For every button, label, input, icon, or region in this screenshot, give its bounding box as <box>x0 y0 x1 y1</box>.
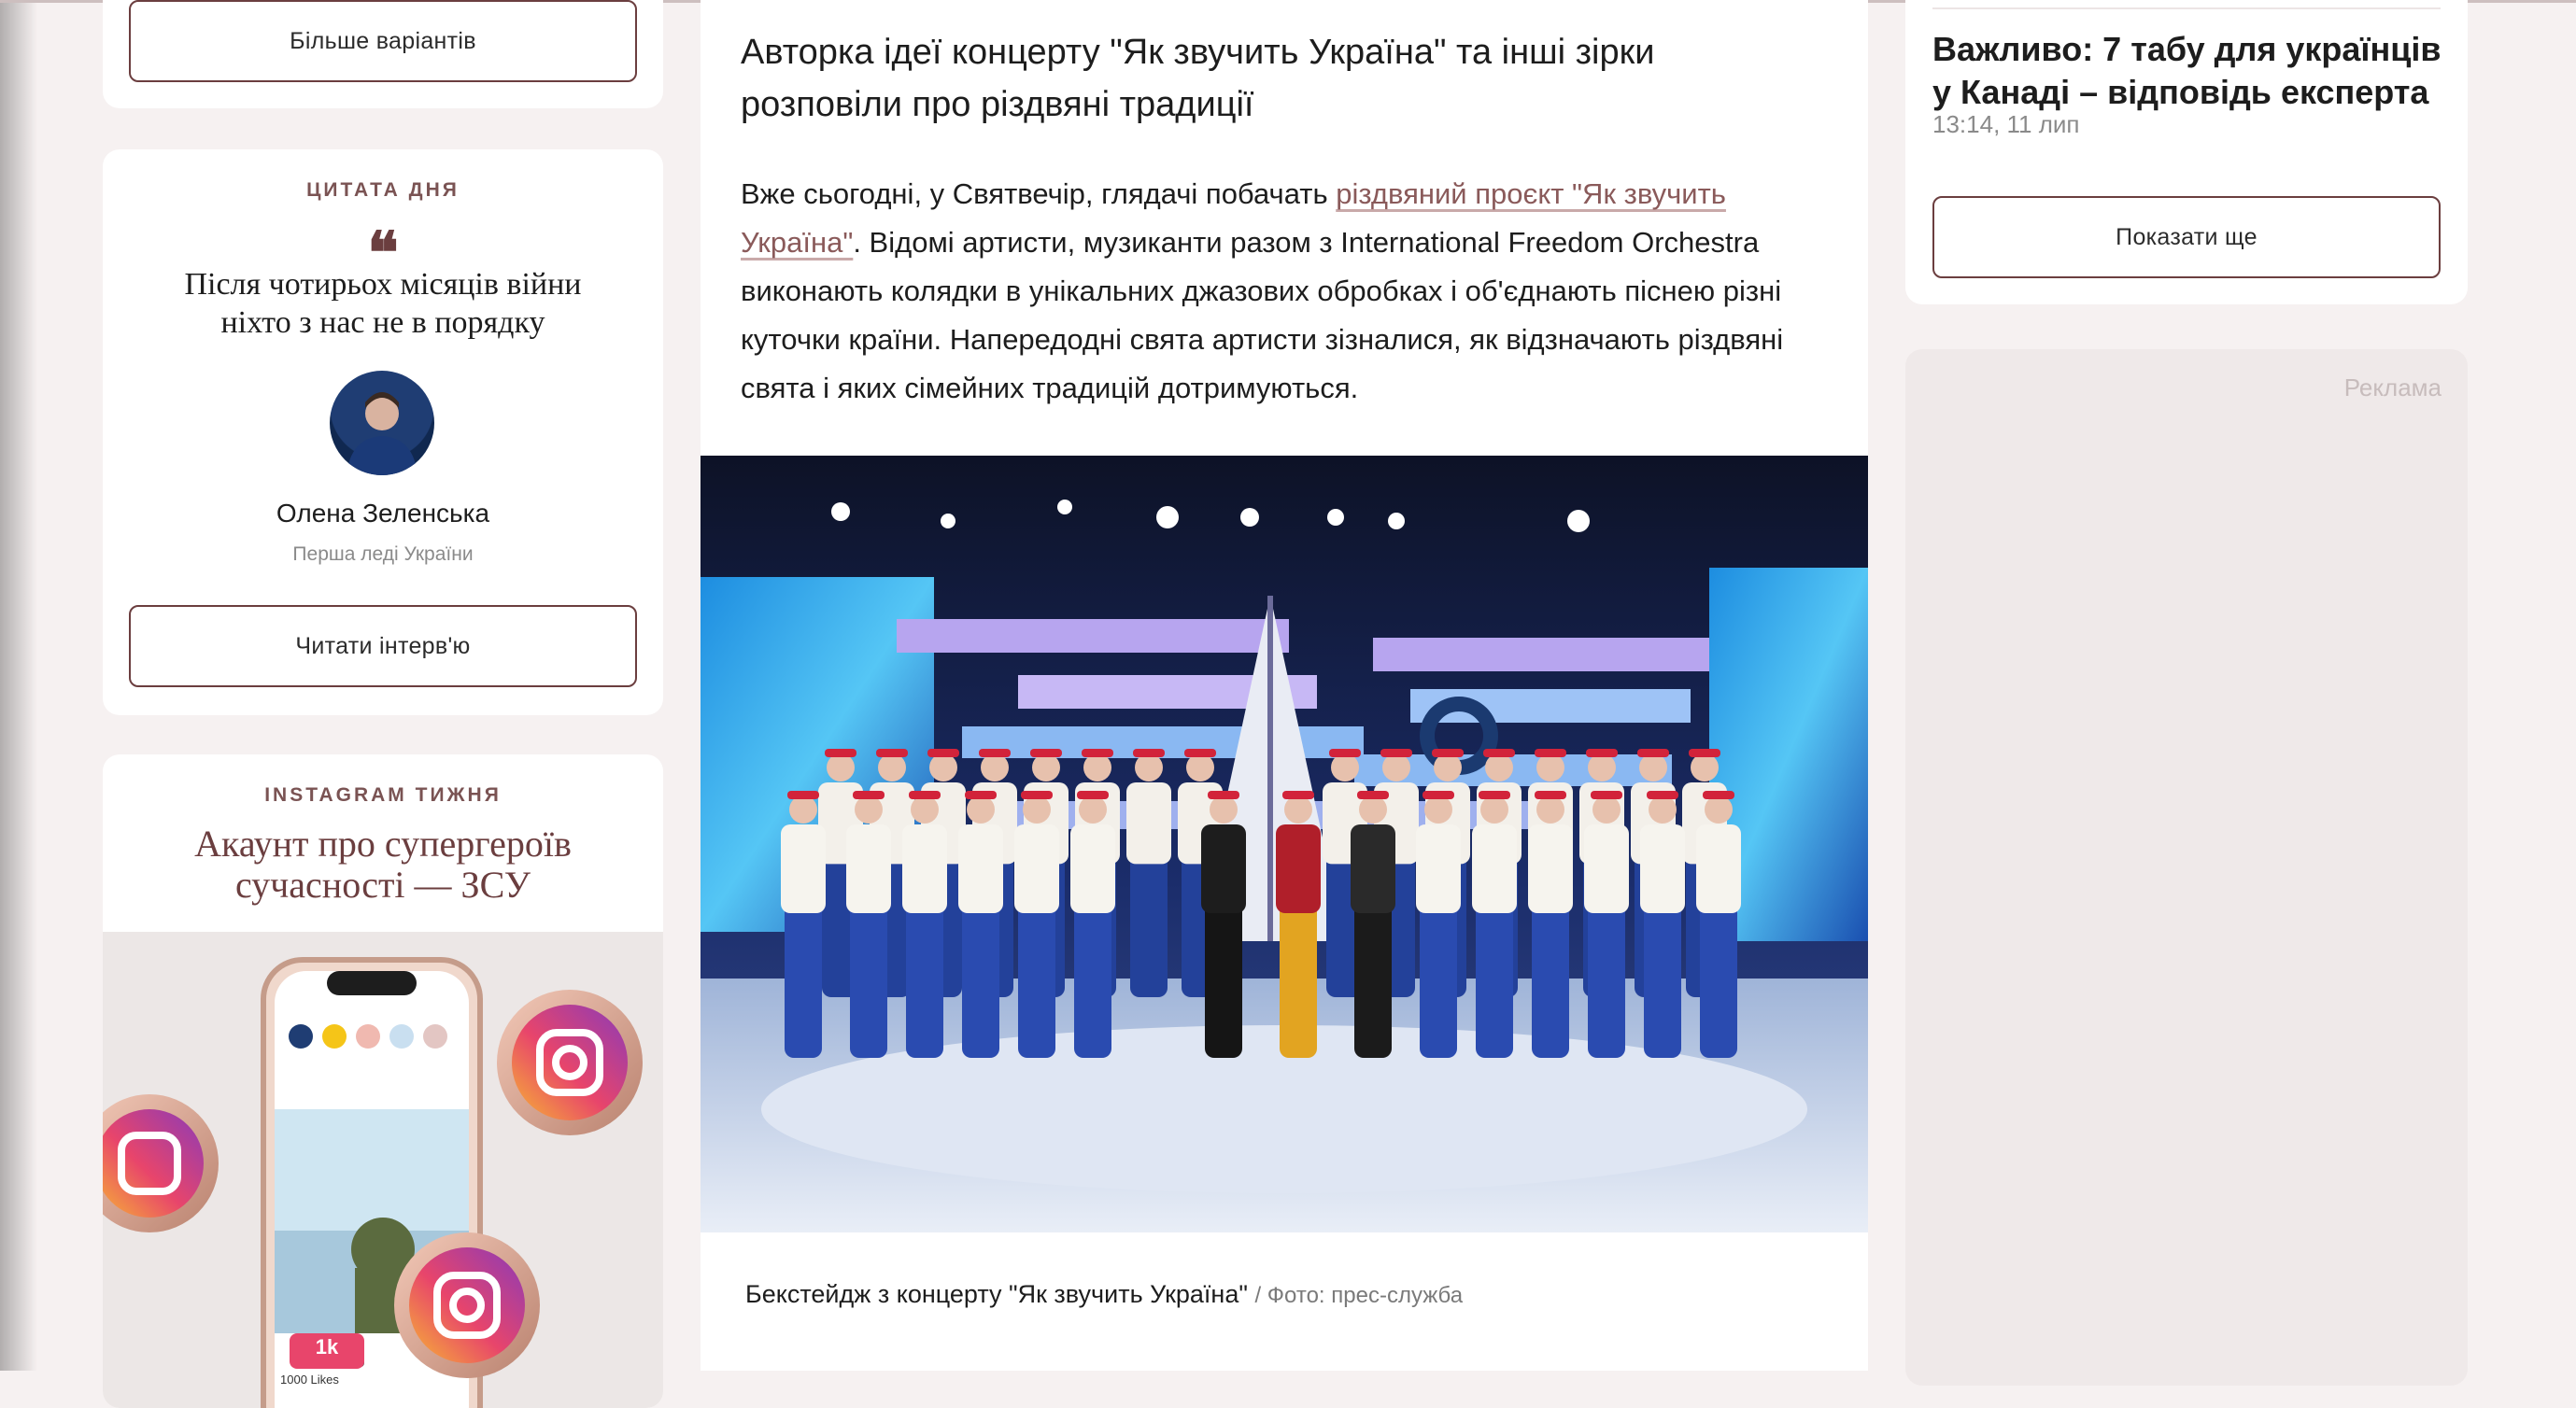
left-edge-shadow <box>0 0 37 1371</box>
quote-text: Після чотирьох місяців війни ніхто з нас… <box>184 267 582 340</box>
article-body: Авторка ідеї концерту "Як звучить Україн… <box>701 0 1868 1371</box>
article-subheading: Авторка ідеї концерту "Як звучить Україн… <box>741 33 1655 124</box>
quote-overline: ЦИТАТА ДНЯ <box>306 179 460 201</box>
more-options-button[interactable]: Більше варіантів <box>129 0 637 82</box>
read-interview-button[interactable]: Читати інтерв'ю <box>129 605 637 687</box>
concert-photo[interactable] <box>701 456 1868 1232</box>
likes-badge: 1k <box>315 1335 339 1359</box>
news-item-time: 13:14, 11 лип <box>1932 110 2080 138</box>
lead-text-after: . Відомі артисти, музиканти разом з Inte… <box>741 226 1784 404</box>
avatar <box>330 371 434 475</box>
news-item-title[interactable]: Важливо: 7 табу для українців у Канаді –… <box>1932 28 2456 114</box>
news-divider <box>1932 7 2441 9</box>
caption-text: Бекстейдж з концерту "Як звучить Україна… <box>745 1280 1248 1308</box>
caption-credit: / Фото: прес-служба <box>1254 1283 1464 1308</box>
quote-of-the-day-card: ЦИТАТА ДНЯ ❝ Після чотирьох місяців війн… <box>103 149 663 715</box>
instagram-promo-image[interactable]: 1k 1000 Likes <box>103 932 663 1408</box>
instagram-title[interactable]: Акаунт про супергероїв сучасності — ЗСУ <box>140 824 626 906</box>
quote-author-role: Перша леді України <box>292 543 474 565</box>
likes-text: 1000 Likes <box>280 1373 339 1387</box>
article-lead-paragraph: Вже сьогодні, у Святвечір, глядачі побач… <box>741 170 1824 413</box>
show-more-button[interactable]: Показати ще <box>1932 196 2441 278</box>
phone-with-instagram-icons <box>103 957 643 1408</box>
instagram-overline: INSTAGRAM ТИЖНЯ <box>264 784 502 806</box>
concert-stage-photo <box>701 456 1868 1232</box>
photo-caption: Бекстейдж з концерту "Як звучить Україна… <box>745 1280 1463 1309</box>
quote-author: Олена Зеленська <box>276 499 490 528</box>
avatar-portrait-icon <box>347 392 418 475</box>
ad-label: Реклама <box>2343 373 2442 401</box>
instagram-of-the-week-card[interactable]: INSTAGRAM ТИЖНЯ Акаунт про супергероїв с… <box>103 754 663 1408</box>
news-feed-card: Важливо: 7 табу для українців у Канаді –… <box>1905 0 2468 304</box>
advertisement-slot: Реклама <box>1905 349 2468 1386</box>
more-options-card: Більше варіантів <box>103 0 663 108</box>
lead-text-before: Вже сьогодні, у Святвечір, глядачі побач… <box>741 177 1337 210</box>
